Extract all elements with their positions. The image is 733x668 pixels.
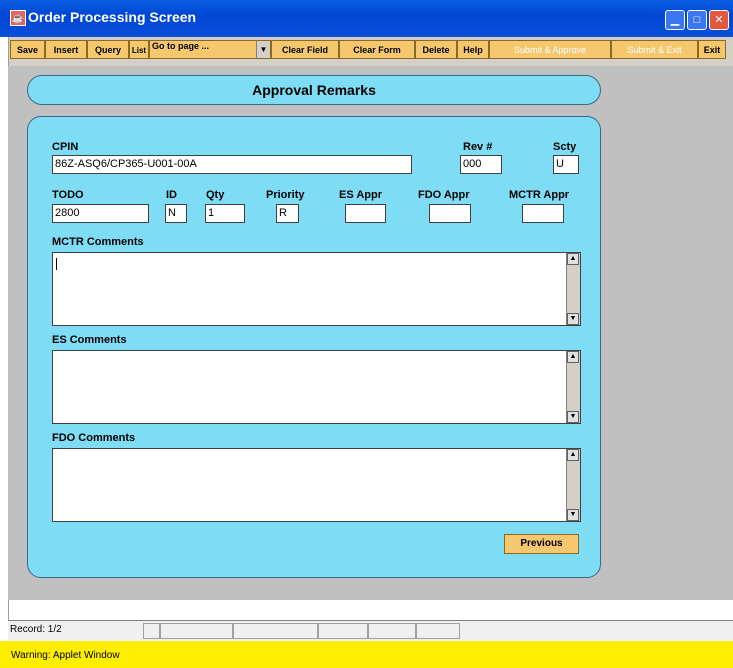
app-icon: ☕ [10, 10, 26, 26]
scty-field[interactable]: U [553, 155, 579, 174]
goto-page-value: Go to page ... [152, 41, 210, 51]
fdo-comments-textarea[interactable]: ▲ ▼ [52, 448, 581, 522]
clear-form-button[interactable]: Clear Form [339, 40, 415, 59]
scroll-up-icon[interactable]: ▲ [567, 253, 579, 265]
scty-label: Scty [553, 141, 577, 153]
section-header: Approval Remarks [27, 75, 601, 105]
applet-warning-bar: Warning: Applet Window [0, 641, 733, 668]
chevron-down-icon[interactable]: ▼ [256, 41, 270, 58]
warning-text: Warning: Applet Window [11, 650, 120, 661]
status-cell [143, 623, 160, 639]
priority-field[interactable]: R [276, 204, 299, 223]
minimize-icon[interactable]: ▁ [665, 10, 685, 30]
mctr-appr-field[interactable] [522, 204, 564, 223]
es-comments-scrollbar[interactable]: ▲ ▼ [566, 351, 580, 423]
delete-button[interactable]: Delete [415, 40, 457, 59]
qty-field[interactable]: 1 [205, 204, 245, 223]
scroll-up-icon[interactable]: ▲ [567, 351, 579, 363]
status-cell [160, 623, 233, 639]
previous-button[interactable]: Previous [504, 534, 579, 554]
clear-field-button[interactable]: Clear Field [271, 40, 339, 59]
record-status: Record: 1/2 [10, 624, 62, 635]
window-title: Order Processing Screen [28, 9, 197, 25]
id-field[interactable]: N [165, 204, 187, 223]
es-appr-field[interactable] [345, 204, 386, 223]
qty-label: Qty [206, 189, 225, 201]
es-comments-textarea[interactable]: ▲ ▼ [52, 350, 581, 424]
toolbar: Save Insert Query List Go to page ... ▼ … [0, 37, 733, 67]
status-cell [416, 623, 460, 639]
es-appr-label: ES Appr [339, 189, 382, 201]
mctr-comments-label: MCTR Comments [52, 236, 144, 248]
close-icon[interactable]: ✕ [709, 10, 729, 30]
help-button[interactable]: Help [457, 40, 489, 59]
submit-approve-button[interactable]: Submit & Approve [489, 40, 611, 59]
id-label: ID [166, 189, 177, 201]
save-button[interactable]: Save [10, 40, 45, 59]
mctr-appr-label: MCTR Appr [509, 189, 570, 201]
status-cell [368, 623, 416, 639]
title-bar: ☕ Order Processing Screen ▁ □ ✕ [0, 0, 733, 37]
list-button[interactable]: List [129, 40, 149, 59]
submit-exit-button[interactable]: Submit & Exit [611, 40, 698, 59]
rev-label: Rev # [463, 141, 493, 153]
scroll-down-icon[interactable]: ▼ [567, 509, 579, 521]
query-button[interactable]: Query [87, 40, 129, 59]
cpin-field[interactable]: 86Z-ASQ6/CP365-U001-00A [52, 155, 412, 174]
es-comments-label: ES Comments [52, 334, 127, 346]
fdo-comments-label: FDO Comments [52, 432, 136, 444]
cpin-label: CPIN [52, 141, 79, 153]
fdo-comments-scrollbar[interactable]: ▲ ▼ [566, 449, 580, 521]
scroll-down-icon[interactable]: ▼ [567, 411, 579, 423]
exit-button[interactable]: Exit [698, 40, 726, 59]
fdo-appr-field[interactable] [429, 204, 471, 223]
mctr-comments-textarea[interactable]: ▲ ▼ [52, 252, 581, 326]
status-bar: Record: 1/2 [8, 620, 733, 641]
scroll-down-icon[interactable]: ▼ [567, 313, 579, 325]
insert-button[interactable]: Insert [45, 40, 87, 59]
mctr-comments-scrollbar[interactable]: ▲ ▼ [566, 253, 580, 325]
todo-label: TODO [52, 189, 84, 201]
maximize-icon[interactable]: □ [687, 10, 707, 30]
status-cell [318, 623, 368, 639]
status-cell [233, 623, 318, 639]
goto-page-select[interactable]: Go to page ... ▼ [149, 40, 271, 59]
fdo-appr-label: FDO Appr [418, 189, 470, 201]
scroll-up-icon[interactable]: ▲ [567, 449, 579, 461]
priority-label: Priority [266, 189, 305, 201]
text-caret [56, 258, 57, 270]
rev-field[interactable]: 000 [460, 155, 502, 174]
todo-field[interactable]: 2800 [52, 204, 149, 223]
